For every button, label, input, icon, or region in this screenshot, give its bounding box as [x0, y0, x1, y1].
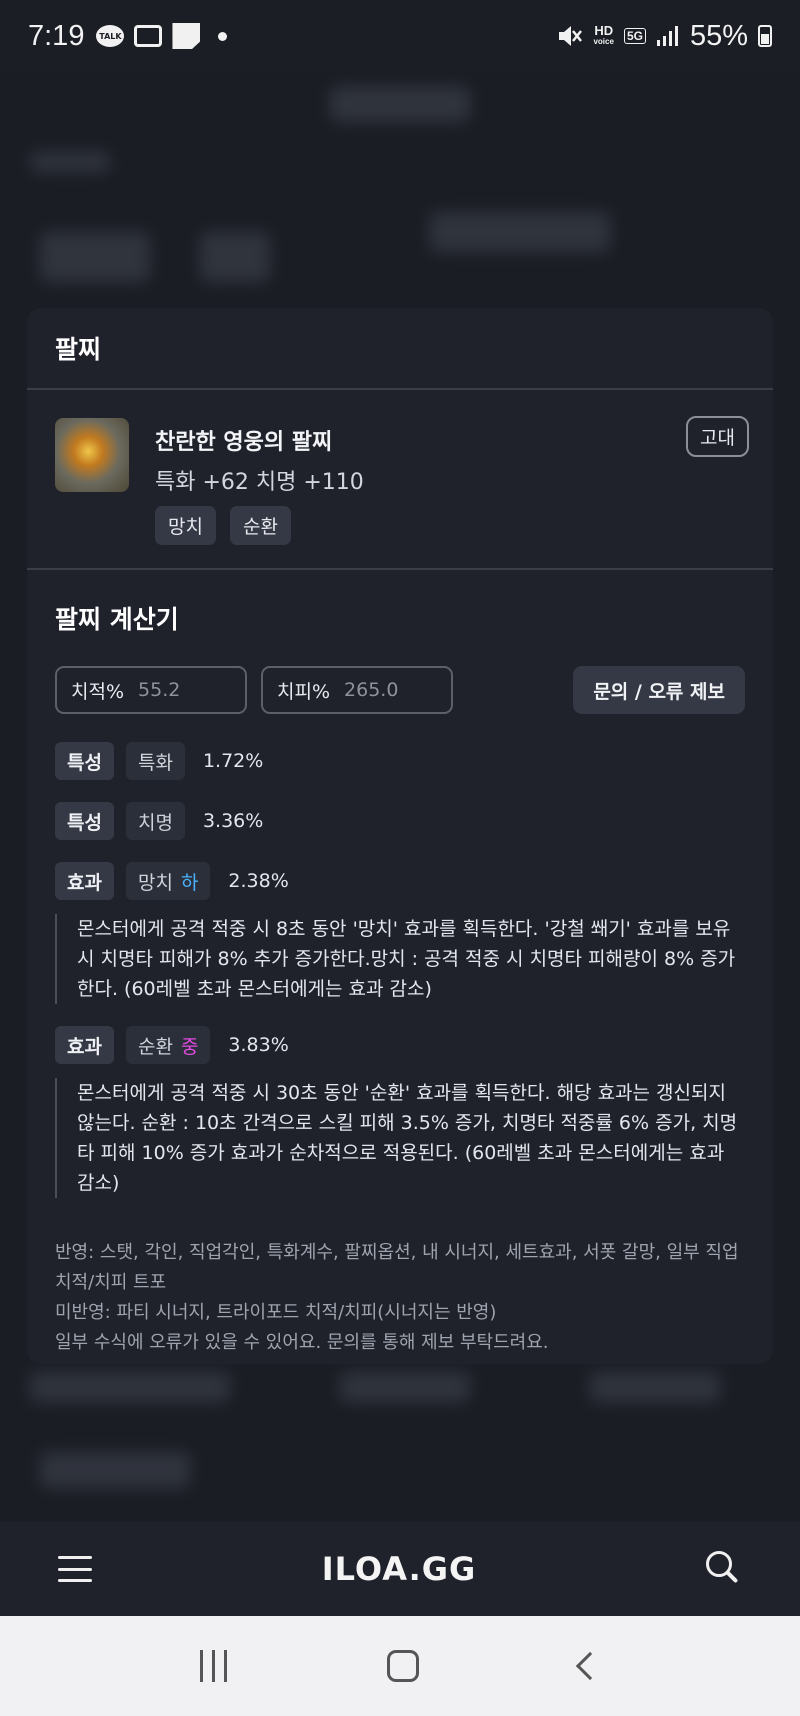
5g-icon: 5G — [623, 28, 646, 44]
bracelet-image — [55, 418, 129, 492]
battery-percent: 55% — [689, 19, 748, 52]
bg-row-blur-2 — [340, 1372, 470, 1402]
mute-icon — [559, 26, 583, 46]
item-row: 찬란한 영웅의 팔찌 특화 +62 치명 +110 망치 순환 고대 — [27, 390, 773, 570]
option-chip: 순환 중 — [125, 1026, 211, 1064]
bg-row-blur — [30, 1372, 230, 1402]
menu-icon[interactable] — [58, 1556, 92, 1582]
battery-icon — [758, 25, 772, 47]
crit-rate-field[interactable]: 치적% 55.2 — [55, 666, 247, 714]
search-icon[interactable] — [705, 1551, 742, 1587]
type-chip: 특성 — [55, 802, 114, 840]
effect-description: 몬스터에게 공격 적중 시 30초 동안 '순환' 효과를 획득한다. 해당 효… — [55, 1078, 745, 1198]
result-row: 특성 특화 1.72% — [55, 742, 745, 780]
type-chip: 효과 — [55, 1026, 114, 1064]
grade-badge: 고대 — [686, 416, 749, 457]
item-tag: 망치 — [155, 506, 216, 545]
system-nav-bar — [0, 1616, 800, 1716]
calculator-title: 팔찌 계산기 — [55, 605, 179, 634]
calculator-inputs: 치적% 55.2 치피% 265.0 문의 / 오류 제보 — [55, 666, 745, 714]
result-row: 효과 순환 중 3.83% — [55, 1026, 745, 1064]
bg-profile-blur — [430, 212, 610, 252]
modal-header: 팔찌 — [27, 308, 773, 390]
crit-damage-label: 치피% — [277, 680, 331, 703]
note-line: 반영: 스탯, 각인, 직업각인, 특화계수, 팔찌옵션, 내 시너지, 세트효… — [55, 1242, 739, 1293]
notes: 반영: 스탯, 각인, 직업각인, 특화계수, 팔찌옵션, 내 시너지, 세트효… — [55, 1238, 745, 1358]
hd-voice-icon: HD voice — [593, 23, 614, 46]
result-row: 특성 치명 3.36% — [55, 802, 745, 840]
crit-damage-field[interactable]: 치피% 265.0 — [261, 666, 453, 714]
effect-description: 몬스터에게 공격 적중 시 8초 동안 '망치' 효과를 획득한다. '강철 쐐… — [55, 914, 745, 1004]
bg-tab-blur — [30, 152, 110, 172]
voicemail-icon — [134, 25, 163, 47]
note-line: 일부 수식에 오류가 있을 수 있어요. 문의를 통해 제보 부탁드려요. — [55, 1332, 549, 1353]
bracelet-modal: 팔찌 찬란한 영웅의 팔찌 특화 +62 치명 +110 망치 순환 고대 팔찌… — [27, 308, 773, 1364]
item-tag: 순환 — [229, 506, 291, 545]
result-row: 효과 망치 하 2.38% — [55, 862, 745, 900]
clock: 7:19 — [28, 19, 85, 52]
item-stats: 특화 +62 치명 +110 — [155, 470, 364, 495]
bg-row-blur-4 — [40, 1452, 190, 1488]
bg-stat-blur — [40, 232, 150, 282]
status-bar: 7:19 TALK HD voice 5G 55% — [0, 0, 800, 72]
calculator: 팔찌 계산기 치적% 55.2 치피% 265.0 문의 / 오류 제보 특성 … — [27, 600, 773, 1358]
modal-title: 팔찌 — [55, 335, 102, 364]
item-tags: 망치 순환 — [155, 506, 291, 545]
brand-logo[interactable]: ILOA.GG — [322, 1550, 477, 1588]
signal-icon — [656, 26, 678, 46]
home-icon[interactable] — [387, 1650, 420, 1682]
bg-stat-blur-2 — [200, 232, 270, 282]
result-percent: 2.38% — [228, 870, 289, 892]
level-badge: 하 — [180, 871, 199, 894]
option-chip: 치명 — [125, 802, 185, 840]
type-chip: 효과 — [55, 862, 114, 900]
option-chip: 특화 — [125, 742, 185, 780]
level-badge: 중 — [180, 1035, 199, 1058]
result-percent: 1.72% — [202, 750, 264, 772]
type-chip: 특성 — [55, 742, 114, 780]
bg-header-blur — [330, 86, 470, 122]
result-percent: 3.83% — [228, 1034, 289, 1056]
crit-rate-value[interactable]: 55.2 — [138, 679, 180, 701]
crit-damage-value[interactable]: 265.0 — [344, 679, 398, 701]
crit-rate-label: 치적% — [71, 680, 125, 703]
recent-apps-icon[interactable] — [200, 1650, 228, 1682]
report-button[interactable]: 문의 / 오류 제보 — [573, 666, 745, 714]
more-notifications-icon — [218, 31, 228, 41]
item-name: 찬란한 영웅의 팔찌 — [155, 430, 333, 455]
back-icon[interactable] — [575, 1651, 604, 1681]
bg-row-blur-3 — [590, 1372, 720, 1402]
result-percent: 3.36% — [202, 810, 264, 832]
note-line: 미반영: 파티 시너지, 트라이포드 치적/치피(시너지는 반영) — [55, 1302, 497, 1323]
kakaotalk-icon: TALK — [96, 25, 125, 47]
bottom-nav: ILOA.GG — [0, 1522, 800, 1616]
option-chip: 망치 하 — [125, 862, 211, 900]
note-icon — [172, 23, 201, 49]
